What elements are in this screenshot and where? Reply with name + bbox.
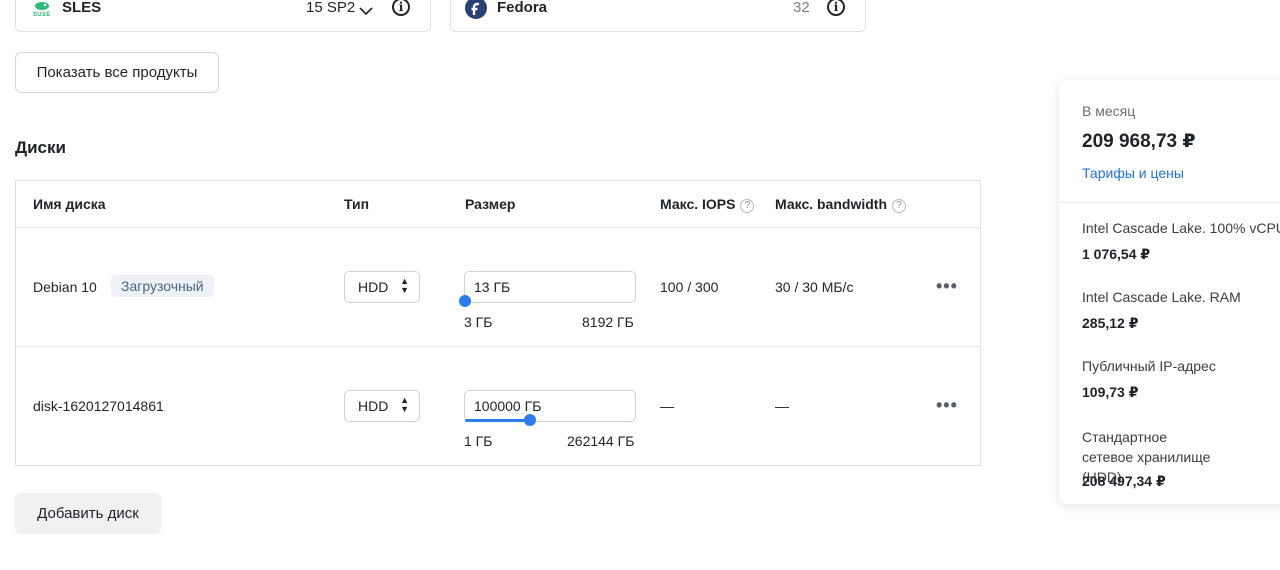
disk-type-value: HDD <box>358 398 389 414</box>
show-all-products-button[interactable]: Показать все продукты <box>15 52 219 93</box>
info-icon[interactable]: i <box>827 0 845 16</box>
column-header-iops: Макс. IOPS? <box>660 196 755 213</box>
size-max-label: 8192 ГБ <box>582 314 634 330</box>
panel-divider <box>1059 202 1280 203</box>
disks-section-title: Диски <box>15 138 66 157</box>
os-card-sles[interactable]: SUSE SLES 15 SP2 i <box>15 0 431 32</box>
disk-size-input[interactable] <box>464 390 636 422</box>
price-item-amount: 109,73 ₽ <box>1082 384 1139 400</box>
column-header-bandwidth-label: Макс. bandwidth <box>775 196 887 212</box>
add-disk-button[interactable]: Добавить диск <box>15 493 161 534</box>
price-item-label: Intel Cascade Lake. RAM <box>1082 289 1241 305</box>
period-label: В месяц <box>1082 103 1136 119</box>
table-divider <box>16 346 980 347</box>
column-header-iops-label: Макс. IOPS <box>660 196 736 212</box>
disk-name: Debian 10 <box>33 279 97 295</box>
os-version-label: 32 <box>793 0 810 16</box>
price-item-amount: 285,12 ₽ <box>1082 315 1139 331</box>
column-header-bandwidth: Макс. bandwidth? <box>775 196 906 213</box>
sort-arrows-icon: ▲ ▼ <box>400 395 409 414</box>
disk-size-input[interactable] <box>464 271 636 303</box>
chevron-down-icon[interactable] <box>359 3 373 20</box>
size-min-label: 3 ГБ <box>464 314 493 330</box>
column-header-type: Тип <box>344 196 370 212</box>
os-name-sles: SLES <box>62 0 102 16</box>
info-icon[interactable]: i <box>392 0 410 16</box>
help-icon[interactable]: ? <box>740 199 755 213</box>
more-actions-icon[interactable]: ••• <box>936 277 958 295</box>
disk-type-select[interactable]: HDD ▲ ▼ <box>344 390 420 422</box>
disk-type-select[interactable]: HDD ▲ ▼ <box>344 271 420 303</box>
size-slider-handle[interactable] <box>524 414 536 426</box>
size-slider-handle[interactable] <box>459 295 471 307</box>
size-min-label: 1 ГБ <box>464 433 493 449</box>
disks-table: Имя диска Тип Размер Макс. IOPS? Макс. b… <box>15 180 981 466</box>
disk-iops: 100 / 300 <box>660 279 719 295</box>
os-name-fedora: Fedora <box>497 0 548 16</box>
total-price: 209 968,73 ₽ <box>1082 131 1196 152</box>
fedora-logo-icon <box>465 0 487 23</box>
disk-name: disk-1620127014861 <box>33 398 164 414</box>
size-max-label: 262144 ГБ <box>567 433 635 449</box>
suse-logo-text: SUSE <box>33 12 51 18</box>
disk-bandwidth: 30 / 30 МБ/с <box>775 279 854 295</box>
price-item-label: Intel Cascade Lake. 100% vCPU <box>1082 220 1280 236</box>
price-item-amount: 1 076,54 ₽ <box>1082 246 1151 262</box>
suse-logo-icon: SUSE <box>33 0 51 19</box>
help-icon[interactable]: ? <box>892 199 906 213</box>
price-item-amount: 208 497,34 ₽ <box>1082 473 1166 489</box>
sort-arrows-icon: ▲ ▼ <box>400 276 409 295</box>
price-summary-panel: В месяц 209 968,73 ₽ Тарифы и цены Intel… <box>1059 80 1280 504</box>
price-item-label: Публичный IP-адрес <box>1082 358 1216 374</box>
boot-badge: Загрузочный <box>111 275 214 297</box>
more-actions-icon[interactable]: ••• <box>936 396 958 414</box>
size-slider-track <box>465 419 530 422</box>
column-header-name: Имя диска <box>33 196 106 212</box>
disk-type-value: HDD <box>358 279 389 295</box>
disk-bandwidth: — <box>775 398 789 414</box>
disk-iops: — <box>660 398 674 414</box>
os-version-select[interactable]: 15 SP2 <box>306 0 355 16</box>
os-card-fedora[interactable]: Fedora 32 i <box>450 0 866 32</box>
table-divider <box>16 227 980 228</box>
tariffs-link[interactable]: Тарифы и цены <box>1082 165 1184 181</box>
column-header-size: Размер <box>465 196 516 212</box>
